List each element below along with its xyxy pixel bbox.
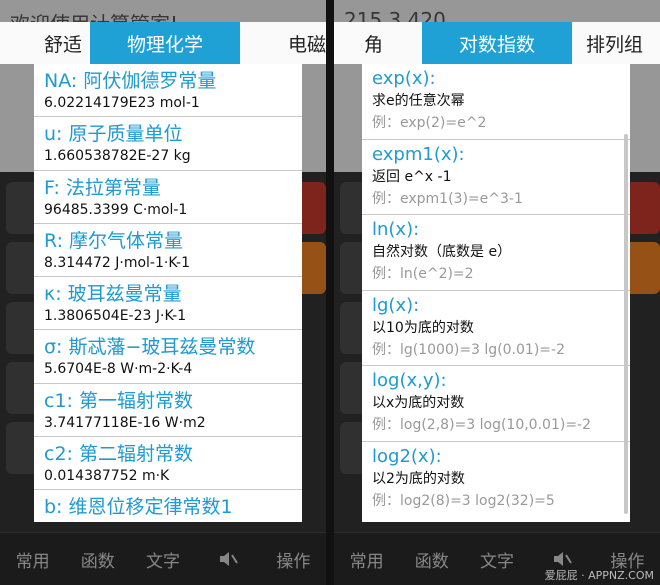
constant-title: F: 法拉第常量	[44, 176, 161, 199]
constant-value: 0.014387752 m·K	[44, 468, 170, 485]
category-tabs: 角 对数指数 排列组	[334, 22, 660, 64]
constant-title: u: 原子质量单位	[44, 123, 183, 146]
function-desc: 以x为底的对数	[372, 395, 465, 411]
list-item[interactable]: c1: 第一辐射常数 3.74177118E-16 W·m2	[34, 384, 302, 438]
list-item[interactable]: log2(x): 以2为底的对数 例：log2(8)=3 log2(32)=5	[362, 442, 630, 518]
list-item[interactable]: lg(x): 以10为底的对数 例：lg(1000)=3 lg(0.01)=-2	[362, 291, 630, 366]
list-item[interactable]: NA: 阿伏伽德罗常量 6.02214179E23 mol-1	[34, 64, 302, 118]
function-desc: 以2为底的对数	[372, 470, 465, 487]
function-name: exp(x):	[372, 68, 436, 89]
function-name: log2(x):	[372, 445, 442, 467]
constant-value: 96485.3399 C·mol-1	[44, 201, 188, 218]
function-name: ln(x):	[372, 219, 420, 240]
list-item[interactable]: u: 原子质量单位 1.660538782E-27 kg	[34, 117, 302, 171]
constant-title: σ: 斯忒藩−玻耳兹曼常数	[44, 336, 256, 359]
list-item[interactable]: κ: 玻耳兹曼常量 1.3806504E-23 J·K-1	[34, 277, 302, 331]
tab-log-exp[interactable]: 对数指数	[422, 22, 572, 64]
constant-value: 5.6704E-8 W·m-2·K-4	[44, 361, 193, 378]
constant-value: 3.74177118E-16 W·m2	[44, 414, 206, 431]
function-example: 例：log(2,8)=3 log(10,0.01)=-2	[372, 417, 592, 433]
constant-value: 1.660538782E-27 kg	[44, 148, 191, 165]
list-item[interactable]: exp(x): 求e的任意次幂 例：exp(2)=e^2	[362, 64, 630, 140]
function-example: 例：expm1(3)=e^3-1	[372, 190, 523, 207]
list-item[interactable]: b: 维恩位移定律常数1	[34, 490, 302, 522]
function-desc: 以10为底的对数	[372, 319, 474, 336]
function-name: lg(x):	[372, 294, 420, 316]
left-screen: 欢迎使用计算管家! 常用 函数 文字 操作 舒适 物理化学 电磁 NA: 阿伏伽…	[0, 0, 326, 585]
list-item[interactable]: R: 摩尔气体常量 8.314472 J·mol-1·K-1	[34, 224, 302, 278]
category-tabs: 舒适 物理化学 电磁	[0, 22, 326, 64]
divider	[326, 0, 334, 585]
constants-list: NA: 阿伏伽德罗常量 6.02214179E23 mol-1 u: 原子质量单…	[34, 64, 302, 522]
list-item[interactable]: F: 法拉第常量 96485.3399 C·mol-1	[34, 171, 302, 224]
watermark: 爱屁屁 · APPNZ.COM	[544, 569, 654, 582]
constant-title: κ: 玻耳兹曼常量	[44, 283, 182, 306]
constant-title: NA: 阿伏伽德罗常量	[44, 70, 217, 92]
tab-angle[interactable]: 角	[334, 22, 422, 64]
tab-comfort[interactable]: 舒适	[0, 22, 90, 64]
constant-title: b: 维恩位移定律常数1	[44, 496, 233, 519]
list-item[interactable]: expm1(x): 返回 e^x -1 例：expm1(3)=e^3-1	[362, 140, 630, 215]
constant-title: c1: 第一辐射常数	[44, 389, 193, 412]
function-name: log(x,y):	[372, 370, 447, 391]
function-example: 例：log2(8)=3 log2(32)=5	[372, 492, 555, 509]
function-name: expm1(x):	[372, 143, 465, 165]
functions-list: exp(x): 求e的任意次幂 例：exp(2)=e^2 expm1(x): 返…	[362, 64, 630, 522]
constant-title: R: 摩尔气体常量	[44, 229, 184, 252]
function-desc: 返回 e^x -1	[372, 168, 452, 185]
constant-title: c2: 第二辐射常数	[44, 443, 193, 466]
function-desc: 求e的任意次幂	[372, 93, 465, 109]
scrollbar[interactable]	[624, 134, 628, 514]
function-example: 例：ln(e^2)=2	[372, 266, 474, 282]
right-screen: 215.3 420 ac 常用 函数 文字 操作 角 对数指数 排列组 exp(…	[334, 0, 660, 585]
list-item[interactable]: ln(x): 自然对数（底数是 e） 例：ln(e^2)=2	[362, 215, 630, 291]
function-desc: 自然对数（底数是 e）	[372, 244, 512, 260]
list-item[interactable]: σ: 斯忒藩−玻耳兹曼常数 5.6704E-8 W·m-2·K-4	[34, 330, 302, 384]
tab-electromagnetic[interactable]: 电磁	[240, 22, 326, 64]
constant-value: 1.3806504E-23 J·K-1	[44, 308, 187, 325]
constant-value: 6.02214179E23 mol-1	[44, 95, 200, 111]
list-item[interactable]: c2: 第二辐射常数 0.014387752 m·K	[34, 437, 302, 491]
function-example: 例：lg(1000)=3 lg(0.01)=-2	[372, 341, 565, 358]
list-item[interactable]: log(x,y): 以x为底的对数 例：log(2,8)=3 log(10,0.…	[362, 366, 630, 442]
tab-physics-chemistry[interactable]: 物理化学	[90, 22, 240, 64]
function-example: 例：exp(2)=e^2	[372, 115, 487, 131]
constant-value: 8.314472 J·mol-1·K-1	[44, 254, 191, 271]
tab-permutation[interactable]: 排列组	[572, 22, 660, 64]
